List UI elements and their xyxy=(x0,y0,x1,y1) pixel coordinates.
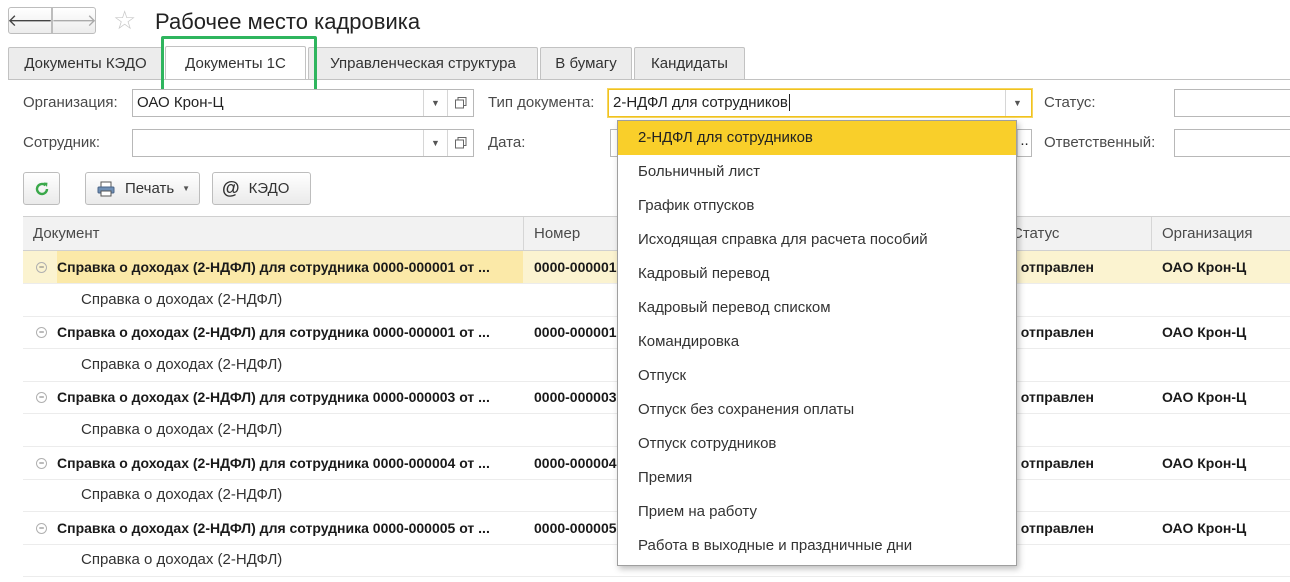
child-document-cell: Справка о доходах (2-НДФЛ) xyxy=(81,421,283,438)
number-cell: 0000-000001 xyxy=(534,324,617,341)
kedo-label: КЭДО xyxy=(248,180,290,197)
document-cell: Справка о доходах (2-НДФЛ) для сотрудник… xyxy=(57,519,490,536)
status-label: Статус: xyxy=(1044,94,1096,111)
collapse-icon[interactable]: − xyxy=(36,457,47,469)
dropdown-item[interactable]: Отпуск xyxy=(618,359,1016,393)
tab-strip: Документы КЭДО Документы 1С Управленческ… xyxy=(8,46,745,80)
dropdown-item[interactable]: Прием на работу xyxy=(618,495,1016,529)
organization-label: Организация: xyxy=(23,94,118,111)
dropdown-item[interactable]: Командировка xyxy=(618,325,1016,359)
organization-cell: ОАО Крон-Ц xyxy=(1162,324,1247,341)
chevron-down-icon[interactable]: ▼ xyxy=(423,90,447,116)
dropdown-item[interactable]: График отпусков xyxy=(618,189,1016,223)
refresh-icon xyxy=(35,182,48,195)
child-document-cell: Справка о доходах (2-НДФЛ) xyxy=(81,290,283,308)
doc-type-field[interactable]: 2-НДФЛ для сотрудников ▼ xyxy=(608,89,1032,117)
organization-cell: ОАО Крон-Ц xyxy=(1162,259,1247,275)
column-document[interactable]: Документ xyxy=(23,217,523,250)
refresh-button[interactable] xyxy=(23,172,60,205)
document-cell: Справка о доходах (2-НДФЛ) для сотрудник… xyxy=(57,251,523,283)
dropdown-item[interactable]: Премия xyxy=(618,461,1016,495)
chevron-down-icon[interactable]: ▼ xyxy=(1005,90,1029,116)
document-cell: Справка о доходах (2-НДФЛ) для сотрудник… xyxy=(57,454,490,471)
number-cell: 0000-000003 xyxy=(534,389,617,406)
tab-highlight-frame xyxy=(161,36,317,93)
organization-cell: ОАО Крон-Ц xyxy=(1162,389,1247,406)
column-status[interactable]: Статус xyxy=(1001,217,1151,250)
tab-candidates[interactable]: Кандидаты xyxy=(634,47,745,79)
collapse-icon[interactable]: − xyxy=(36,522,47,534)
employee-field[interactable]: ▼ xyxy=(132,129,474,157)
chevron-down-icon[interactable]: ▼ xyxy=(423,130,447,156)
arrow-left-icon: 🡐 xyxy=(7,10,53,30)
dropdown-item[interactable]: Кадровый перевод xyxy=(618,257,1016,291)
dropdown-item[interactable]: Отпуск без сохранения оплаты xyxy=(618,393,1016,427)
page-title: Рабочее место кадровика xyxy=(155,9,421,34)
date-picker-button[interactable]: .. xyxy=(1017,130,1031,156)
dropdown-item[interactable]: Исходящая справка для расчета пособий xyxy=(618,223,1016,257)
child-document-cell: Справка о доходах (2-НДФЛ) xyxy=(81,355,283,373)
organization-cell: ОАО Крон-Ц xyxy=(1162,454,1247,471)
back-button[interactable]: 🡐 xyxy=(7,7,53,34)
dropdown-item[interactable]: Отпуск сотрудников xyxy=(618,427,1016,461)
organization-value: ОАО Крон-Ц xyxy=(137,94,224,111)
date-label: Дата: xyxy=(488,134,526,151)
child-document-cell: Справка о доходах (2-НДФЛ) xyxy=(81,486,283,504)
number-cell: 0000-000005 xyxy=(534,519,617,536)
employee-label: Сотрудник: xyxy=(23,134,101,151)
document-cell: Справка о доходах (2-НДФЛ) для сотрудник… xyxy=(57,324,490,341)
status-cell: Не отправлен xyxy=(999,389,1095,406)
text-cursor xyxy=(788,94,790,111)
printer-icon xyxy=(97,181,115,196)
tab-management-structure[interactable]: Управленческая структура xyxy=(308,47,538,79)
column-organization[interactable]: Организация xyxy=(1151,217,1290,250)
responsible-field[interactable] xyxy=(1174,129,1290,157)
child-document-cell: Справка о доходах (2-НДФЛ) xyxy=(81,551,283,569)
dropdown-item[interactable]: Больничный лист xyxy=(618,155,1016,189)
status-cell: Не отправлен xyxy=(999,454,1095,471)
status-field[interactable] xyxy=(1174,89,1290,117)
kedo-button[interactable]: @ КЭДО xyxy=(212,172,311,205)
organization-field[interactable]: ОАО Крон-Ц ▼ xyxy=(132,89,474,117)
number-cell: 0000-000001 xyxy=(534,259,617,275)
print-button[interactable]: Печать ▼ xyxy=(85,172,200,205)
doc-type-label: Тип документа: xyxy=(488,94,595,111)
dropdown-item[interactable]: Работа в выходные и праздничные дни xyxy=(618,529,1016,563)
chevron-down-icon: ▼ xyxy=(182,184,191,193)
status-cell: Не отправлен xyxy=(999,519,1095,536)
forward-button[interactable]: 🡒 xyxy=(51,7,97,34)
open-form-icon[interactable] xyxy=(447,90,473,116)
doc-type-value: 2-НДФЛ для сотрудников xyxy=(613,94,788,111)
collapse-icon[interactable]: − xyxy=(36,262,47,273)
doc-type-dropdown-list: 2-НДФЛ для сотрудников Больничный лист Гра… xyxy=(617,120,1017,566)
status-cell: Не отправлен xyxy=(999,259,1095,275)
number-cell: 0000-000004 xyxy=(534,454,617,471)
tab-kedo-documents[interactable]: Документы КЭДО xyxy=(8,47,163,79)
arrow-right-icon: 🡒 xyxy=(51,10,97,30)
open-form-icon[interactable] xyxy=(447,130,473,156)
responsible-label: Ответственный: xyxy=(1044,134,1156,151)
document-cell: Справка о доходах (2-НДФЛ) для сотрудник… xyxy=(57,389,490,406)
dropdown-item[interactable]: 2-НДФЛ для сотрудников xyxy=(618,121,1016,155)
tab-to-paper[interactable]: В бумагу xyxy=(540,47,632,79)
at-sign-icon: @ xyxy=(222,178,240,198)
organization-cell: ОАО Крон-Ц xyxy=(1162,519,1247,536)
print-label: Печать xyxy=(125,180,175,197)
favorite-star-icon[interactable]: ☆ xyxy=(113,5,136,35)
dropdown-item[interactable]: Кадровый перевод списком xyxy=(618,291,1016,325)
status-cell: Не отправлен xyxy=(999,324,1095,341)
